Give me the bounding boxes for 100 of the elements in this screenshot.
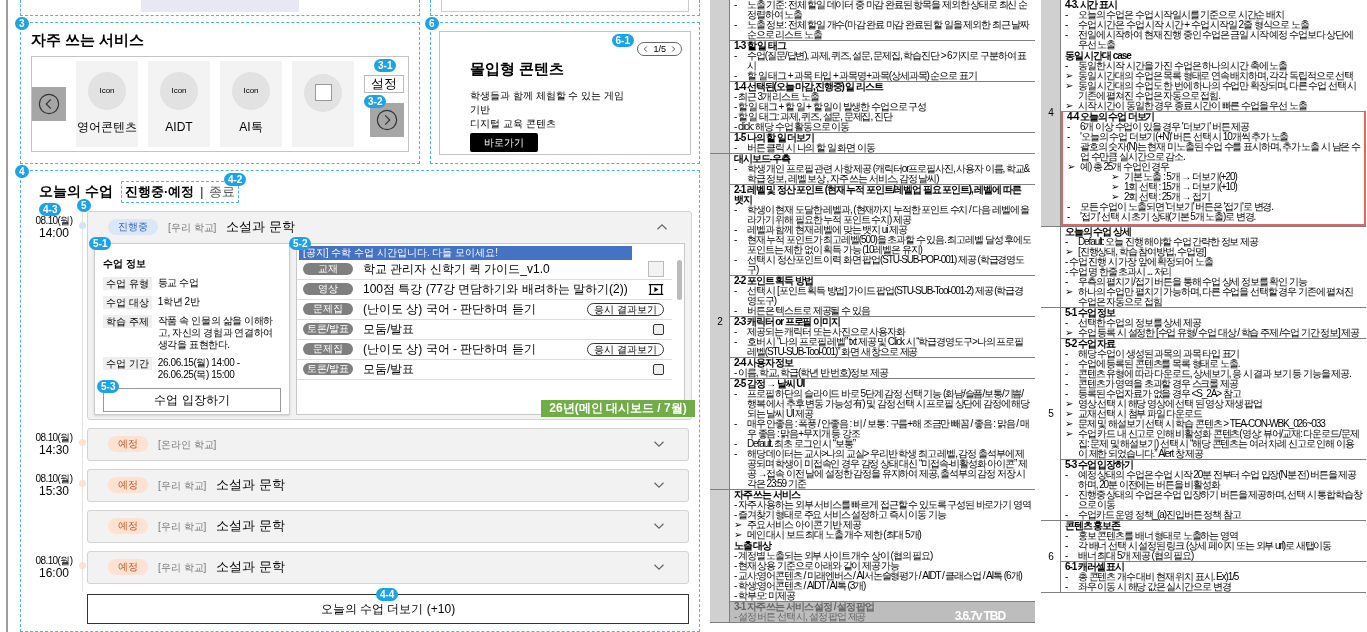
bullet-mark: - xyxy=(1065,582,1069,592)
bullet-mark: - xyxy=(1065,379,1069,389)
lesson-time: 16:00 xyxy=(39,565,69,580)
lesson-title: 소설과 문학 xyxy=(216,558,285,577)
bullet-mark: ➢ xyxy=(1065,247,1074,257)
field-value: 등교 수업 xyxy=(157,276,199,289)
spec-text: 수업카드 운영 정책_(a)진입버튼 정책 참고 xyxy=(1078,510,1241,520)
content-title[interactable]: 모둠/발표 xyxy=(363,360,415,378)
bullet-mark: - xyxy=(734,235,738,247)
spec-text: 동일 시간대의 수업은 목록 형태로 연속 배치하며, 각각 독립적으로 선택 xyxy=(1078,71,1353,81)
filter-tab[interactable]: 진행중·예정 xyxy=(124,182,195,202)
bullet-mark: - xyxy=(1065,30,1069,42)
bullet-mark: - xyxy=(1065,389,1069,399)
bullet-mark: ➢ xyxy=(1065,409,1074,419)
spec-heading: 1-4 선택된(오늘 마감,진행중) 일 리스트 xyxy=(734,82,884,92)
spec-text: - 현재 상용 기준으로 아래와 같이 제공 가능 xyxy=(734,561,900,571)
spec-subheading: 동일 시간대 case xyxy=(1065,51,1132,61)
number-badge: 5 xyxy=(77,198,91,212)
spec-text: 메인 대시 보드 최대 노출 개수 제한 (최대 5개) xyxy=(747,530,921,540)
bullet-mark: - xyxy=(1065,510,1069,520)
lesson-title: 소설과 문학 xyxy=(226,218,295,237)
spec-text: 전일에 시작하여 현재 진행 중인 수업은 금일 시작 예정 수업보다 상단에 우선 노출 xyxy=(1078,30,1354,50)
spec-text: 노출 정보: 전체 할일 개수(마감 완료 마감 완료된 할 일을 제외한 최근 날짜 순으로 리스트 노출 xyxy=(747,20,1031,40)
spec-text: 총 콘텐츠 개수 대비 현재 위치 표시. Ex)1/5 xyxy=(1078,572,1239,582)
spec-text: - 설정 버튼 선택 시, 설정 팝업 제공 xyxy=(734,612,866,622)
spec-text: 진행중 상태의 수업은 수업 입장하기 버튼을 제공하며, 선택 시 통합학습창으로 이동 xyxy=(1078,490,1362,510)
content-title[interactable]: (난이도 상) 국어 - 판단하며 듣기 xyxy=(363,300,536,318)
spec-heading: 5-1 수업 정보 xyxy=(1065,308,1116,318)
bullet-mark: - xyxy=(1065,10,1069,20)
spec-text: 하나의 수업만 펼치기 가능하며, 다른 수업을 선택할 경우 기존에 펼쳐진 수업은 자동으로 접힘 xyxy=(1078,287,1354,307)
go-button[interactable]: 바로가기 xyxy=(470,132,538,152)
bullet-mark: - xyxy=(734,306,738,316)
lesson-date: 08.10(월) xyxy=(35,214,73,226)
school-label: [우리 학교] xyxy=(158,478,207,493)
video-play-icon[interactable] xyxy=(647,282,664,296)
spec-text: '오늘의 수업 더보기(+N)' 버튼 선택 시 10개씩 추가 노출 xyxy=(1080,132,1289,142)
bullet-mark: ➢ xyxy=(734,520,742,530)
spec-text: - click: 해당 수업 활동으로 이동 xyxy=(734,122,850,132)
spec-text: 우측의 펼치기/접기 버튼을 통해 수업 상세 정보를 확인 기능 xyxy=(1078,277,1307,287)
content-title[interactable]: (난이도 상) 국어 - 판단하며 듣기 xyxy=(363,340,536,358)
bullet-mark: ➢ xyxy=(1067,162,1076,172)
spec-heading: 자주 쓰는 서비스 xyxy=(734,490,801,500)
field-label: 수업 대상 xyxy=(103,295,152,309)
content-title[interactable]: 100점 특강 (77강 면담하기와 배려하는 말하기(2)) xyxy=(363,280,628,298)
spec-text: 문제 및 해설보기 선택 시 학습 콘텐츠 > TEA-CON-WBK_026~033 xyxy=(1078,419,1325,429)
spec-text: 제공되는 캐릭터 또는 사진으로 사용자화 xyxy=(747,327,905,337)
checkbox[interactable] xyxy=(652,363,664,375)
spec-heading: 2-5 감정 → 날씨 UI xyxy=(734,379,805,389)
lesson-card[interactable] xyxy=(87,210,692,420)
bullet-mark: - xyxy=(734,449,738,461)
bullet-mark: - xyxy=(1067,142,1071,154)
bullet-mark: ➢ xyxy=(1065,399,1074,409)
school-label: [우리 학교] xyxy=(158,560,207,575)
bullet-mark: - xyxy=(1067,212,1071,222)
spec-text: 예) 총 25개 수업인 경우 xyxy=(1080,162,1170,172)
bullet-mark: - xyxy=(1065,318,1069,328)
spec-text: 학생 개인 프로필 관련 사항 제공 (캐릭터or프로필사진, 사용자 이름, 학교&학급 정보, 레벨 보상 , 자주 쓰는 서비스, 감정 날씨) xyxy=(747,164,1031,184)
spec-text: 콘텐츠가 영역을 초과할 경우 스크롤 제공 xyxy=(1078,379,1238,389)
bullet-mark: - xyxy=(734,286,738,298)
school-label: [우리 학교] xyxy=(168,220,217,235)
content-tag: 토론/발표 xyxy=(303,363,353,375)
spec-text: - 자주 사용하는 외부 서비스를 빠르게 접근할 수 있도록 구성된 바로가기 영역 xyxy=(734,500,1031,510)
lesson-title: 소설과 문학 xyxy=(216,476,285,495)
service-tile[interactable]: Icon 영어콘텐츠 xyxy=(76,60,138,147)
service-tile[interactable]: Icon AIDT xyxy=(148,60,210,147)
spec-text: 선택 시 [포인트 획득 방법] 가이드 팝업(STU-SUB-Tool-001-2) 제공 (학급경영도구) xyxy=(747,286,1025,306)
lesson-title: 소설과 문학 xyxy=(216,517,285,536)
lesson-card[interactable]: 예정 [우리 학교] 소설과 문학 xyxy=(87,509,689,543)
field-label: 수업 기간 xyxy=(103,356,152,370)
number-badge: 4-2 xyxy=(223,173,247,186)
service-tile[interactable] xyxy=(292,60,354,147)
settings-button[interactable]: 설정 xyxy=(364,74,404,93)
spec-heading: 1-3 할 일 태그 xyxy=(734,41,787,51)
spec-heading: 5-3 수업 입장하기 xyxy=(1065,460,1133,470)
service-tile[interactable]: Icon AI톡 xyxy=(220,60,282,147)
bullet-mark: - xyxy=(734,20,738,32)
spec-text: 해당 수업이 생성된 과목의 과목 타입 표기 xyxy=(1078,349,1240,359)
lesson-card[interactable]: 예정 [우리 학교] 소설과 문학 xyxy=(87,468,689,502)
bullet-mark: - xyxy=(1065,470,1069,482)
spec-text: - 즐겨찾기 형태로 주요 서비스 설정하고 즉시 이동 기능 xyxy=(734,510,946,520)
field-label: 수업 유형 xyxy=(103,276,152,290)
field-value: 작품 속 인물의 삶을 이해하고, 자신의 경험과 연결하여 생각을 표현한다. xyxy=(157,314,274,351)
checkbox[interactable] xyxy=(652,323,664,335)
content-title[interactable]: 모둠/발표 xyxy=(363,320,415,338)
promo-text: 학생들과 함께 체험할 수 있는 게임 xyxy=(470,88,624,103)
status-pill: 예정 xyxy=(108,518,148,534)
content-title[interactable]: 학교 관리자 신학기 퀵 가이드_v1.0 xyxy=(363,260,550,278)
previous-button[interactable] xyxy=(32,86,66,121)
bullet-mark: ➢ xyxy=(1065,328,1074,338)
spec-text: 오늘의 수업은 수업 시작일시를 기준으로 시간순 배치 xyxy=(1078,10,1284,20)
lesson-card[interactable]: 예정 [우리 학교] 소설과 문학 xyxy=(87,550,689,584)
bullet-mark: - xyxy=(1065,572,1069,582)
content-tag: 토론/발표 xyxy=(303,323,353,335)
spec-text: - 할 일 태그: 과제, 퀴즈, 설문, 문제집, 진단 xyxy=(734,112,892,122)
bullet-mark: - xyxy=(1065,277,1069,287)
spec-text: - 교사:영어콘텐츠 / 미래엔버스 / AI서논술형평가 / AIDT / 클래스업 / AI톡 (6개) xyxy=(734,571,1022,581)
spec-text: - 할 일 태그 + 할 일 + 할 일이 발생한 수업으로 구성 xyxy=(734,102,927,112)
school-label: [우리 학교] xyxy=(158,519,207,534)
lesson-card[interactable]: 예정 [온라인 학교] xyxy=(87,427,689,461)
number-badge: 5-3 xyxy=(97,379,120,393)
